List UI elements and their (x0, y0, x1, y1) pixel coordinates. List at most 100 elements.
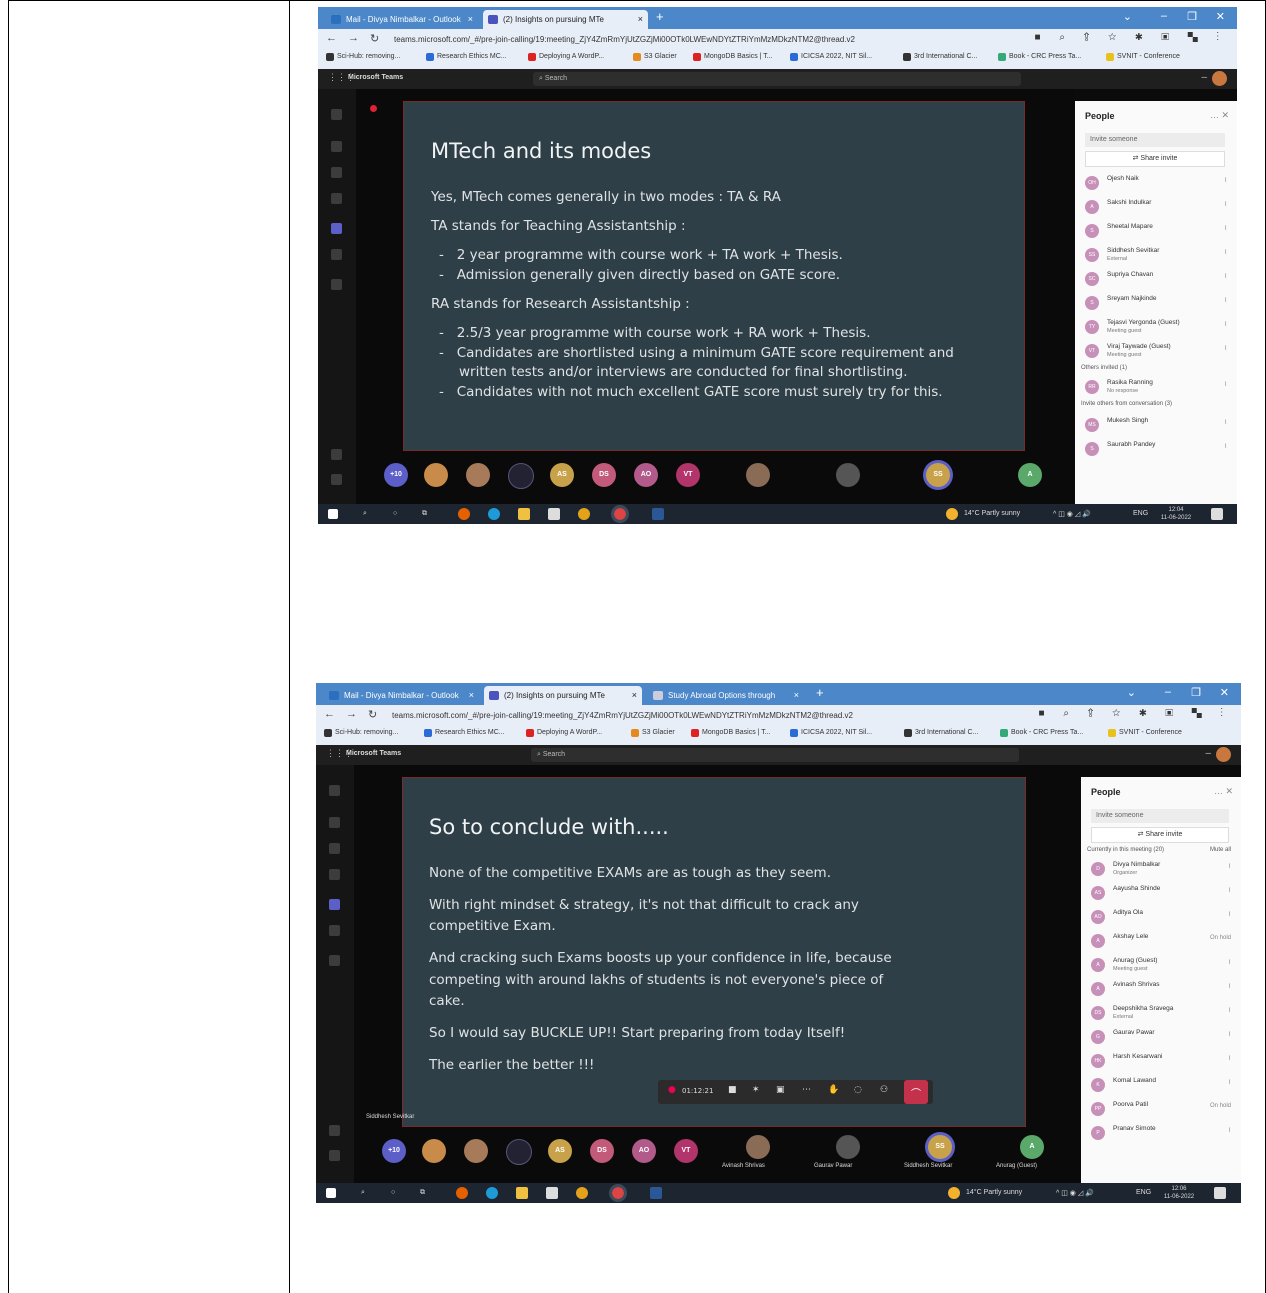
forward-icon[interactable]: → (348, 32, 359, 44)
close-icon[interactable]: × (794, 686, 799, 705)
participant-avatar[interactable]: AS (548, 1139, 572, 1163)
participant-row[interactable]: S Sheetal Mapare ⌇ (1085, 221, 1227, 243)
participant-video-tile[interactable] (836, 463, 860, 487)
bookmark[interactable]: MongoDB Basics | T... (693, 53, 773, 61)
participant-row[interactable]: OH Ojesh Naik ⌇ (1085, 173, 1227, 195)
weather-text[interactable]: 14°C Partly sunny (964, 510, 1020, 517)
close-icon[interactable]: ✕ (1216, 10, 1225, 23)
participant-row[interactable]: HK Harsh Kesarwani ⌇ (1091, 1051, 1231, 1073)
task-view-icon[interactable]: ⧉ (422, 510, 427, 518)
participant-row[interactable]: AO Aditya Ola ⌇ (1091, 907, 1231, 929)
browser-tab-active[interactable]: (2) Insights on pursuing MTe × (484, 686, 642, 705)
browser-tab-active[interactable]: (2) Insights on pursuing MTe × (483, 10, 648, 29)
chat-icon[interactable] (329, 817, 340, 828)
participant-avatar[interactable]: SS (928, 1135, 952, 1159)
more-participants-badge[interactable]: +10 (384, 463, 408, 487)
chrome-icon[interactable] (611, 505, 629, 523)
participant-avatar[interactable]: A (1018, 463, 1042, 487)
bookmark[interactable]: MongoDB Basics | T... (691, 729, 771, 737)
search-input[interactable]: ⌕ Search (533, 72, 1021, 86)
participant-row[interactable]: AS Aayusha Shinde ⌇ (1091, 883, 1231, 905)
clock[interactable]: 12:04 11-06-2022 (1156, 506, 1196, 522)
firefox-icon[interactable] (458, 508, 470, 520)
bookmark[interactable]: ICICSA 2022, NIT Sil... (790, 729, 872, 737)
more-participants-badge[interactable]: +10 (382, 1139, 406, 1163)
task-view-icon[interactable]: ⧉ (420, 1189, 425, 1197)
bookmark[interactable]: Deploying A WordP... (526, 729, 602, 737)
close-icon[interactable]: × (469, 686, 474, 705)
participant-avatar[interactable]: AO (634, 463, 658, 487)
edge-icon[interactable] (488, 508, 500, 520)
participant-avatar[interactable] (508, 463, 534, 489)
teams-icon[interactable] (329, 843, 340, 854)
word-icon[interactable] (652, 508, 664, 520)
back-icon[interactable]: ← (326, 32, 337, 44)
new-tab-icon[interactable]: + (816, 685, 824, 700)
camera-icon[interactable]: ■ (728, 1085, 737, 1095)
bookmark[interactable]: S3 Glacier (631, 729, 675, 737)
url-field[interactable]: teams.microsoft.com/_#/pre-join-calling/… (394, 33, 954, 46)
participant-row[interactable]: DS Deepshikha Sravega External ⌇ (1091, 1003, 1231, 1025)
language-indicator[interactable]: ENG (1136, 1189, 1151, 1196)
assignments-icon[interactable] (331, 193, 342, 204)
raise-hand-icon[interactable]: ✋ (828, 1085, 839, 1095)
bookmark[interactable]: Research Ethics MC... (426, 53, 507, 61)
close-icon[interactable]: … ✕ (1214, 786, 1233, 797)
participant-row[interactable]: A Avinash Shrivas ⌇ (1091, 979, 1231, 1001)
clock[interactable]: 12:06 11-06-2022 (1159, 1185, 1199, 1201)
participant-row[interactable]: A Anurag (Guest) Meeting guest ⌇ (1091, 955, 1231, 977)
browser-tab[interactable]: Mail - Divya Nimbalkar - Outlook × (324, 686, 479, 705)
participant-row[interactable]: PP Poorva Patil On hold (1091, 1099, 1231, 1121)
bookmark[interactable]: 3rd International C... (904, 729, 978, 737)
reload-icon[interactable]: ↻ (368, 708, 377, 721)
more-options-icon[interactable]: ⋯ (802, 1085, 811, 1095)
store-icon[interactable] (546, 1187, 558, 1199)
windows-start-icon[interactable] (328, 509, 338, 519)
language-indicator[interactable]: ENG (1133, 510, 1148, 517)
invite-input[interactable]: Invite someone (1085, 133, 1225, 147)
participant-avatar[interactable]: AS (550, 463, 574, 487)
files-icon[interactable] (329, 955, 340, 966)
new-tab-icon[interactable]: + (656, 9, 664, 24)
participant-avatar[interactable] (464, 1139, 488, 1163)
browser-tab[interactable]: Study Abroad Options through × (648, 686, 804, 705)
calendar-icon[interactable] (331, 223, 342, 234)
participants-icon[interactable]: ⚇ (880, 1085, 888, 1095)
participant-avatar[interactable] (466, 463, 490, 487)
close-icon[interactable]: ✕ (1220, 686, 1229, 699)
files-icon[interactable] (331, 279, 342, 290)
activity-icon[interactable] (329, 785, 340, 796)
participant-row[interactable]: A Akshay Lele On hold (1091, 931, 1231, 953)
chat-icon[interactable] (331, 141, 342, 152)
avatar[interactable] (1216, 747, 1231, 762)
file-explorer-icon[interactable] (516, 1187, 528, 1199)
avatar[interactable] (1212, 71, 1227, 86)
back-icon[interactable]: ← (324, 708, 335, 720)
bookmark[interactable]: Book - CRC Press Ta... (998, 53, 1081, 61)
help-icon[interactable] (329, 1150, 340, 1161)
search-icon[interactable]: ⌕ (363, 510, 367, 518)
bookmark[interactable]: Sci-Hub: removing... (326, 53, 400, 61)
bookmark[interactable]: Book - CRC Press Ta... (1000, 729, 1083, 737)
assignments-icon[interactable] (329, 869, 340, 880)
chrome-icon[interactable] (609, 1184, 627, 1202)
bookmark[interactable]: SVNIT - Conference (1106, 53, 1180, 61)
bookmark[interactable]: SVNIT - Conference (1108, 729, 1182, 737)
close-icon[interactable]: × (632, 686, 637, 705)
search-input[interactable]: ⌕ Search (531, 748, 1019, 762)
participant-video-tile[interactable] (746, 1135, 770, 1159)
bookmark[interactable]: Deploying A WordP... (528, 53, 604, 61)
close-icon[interactable]: … ✕ (1210, 110, 1229, 121)
section-header[interactable]: Currently in this meeting (20) (1087, 847, 1164, 853)
url-field[interactable]: teams.microsoft.com/_#/pre-join-calling/… (392, 709, 952, 722)
minus-icon[interactable]: – (1201, 72, 1207, 83)
mic-icon[interactable]: ✶ (752, 1085, 760, 1095)
close-icon[interactable]: × (468, 10, 473, 29)
participant-row[interactable]: A Sakshi Indulkar ⌇ (1085, 197, 1227, 219)
share-screen-icon[interactable]: ▣ (776, 1085, 785, 1095)
mute-all-button[interactable]: Mute all (1210, 847, 1231, 853)
participant-row[interactable]: P Pranav Simote ⌇ (1091, 1123, 1231, 1145)
chevron-down-icon[interactable]: ⌄ (1123, 10, 1132, 23)
cortana-icon[interactable]: ○ (391, 1189, 395, 1196)
store-icon[interactable] (548, 508, 560, 520)
